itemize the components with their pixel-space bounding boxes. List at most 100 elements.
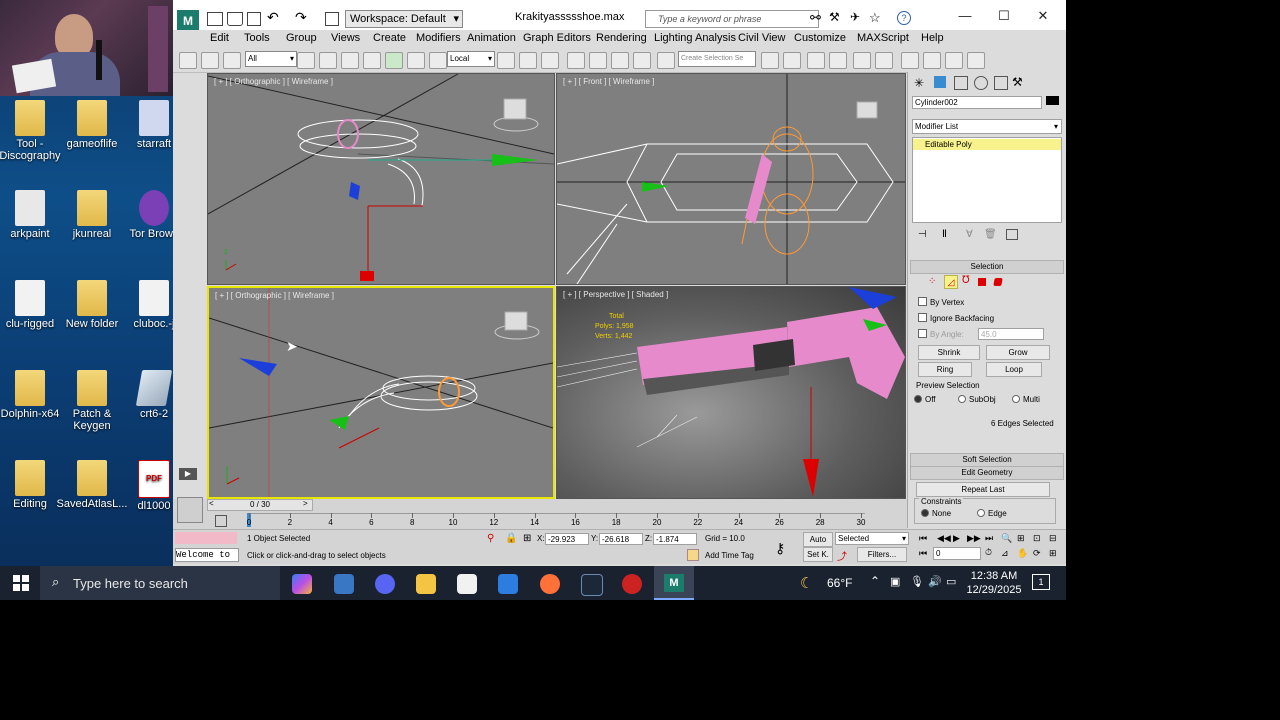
obs-icon[interactable] bbox=[622, 574, 642, 594]
desktop-icon-dl1000[interactable]: PDF dl1000 bbox=[116, 460, 173, 512]
viewport-layout-tab-expand-icon[interactable]: ▶ bbox=[179, 468, 197, 480]
weather-temperature[interactable]: 66°F bbox=[827, 576, 852, 590]
rectangular-selection-icon[interactable] bbox=[341, 52, 359, 69]
set-key-icon[interactable]: ⚷ bbox=[775, 540, 785, 557]
menu-maxscript[interactable]: MAXScript bbox=[857, 32, 909, 44]
selection-rollout-header[interactable]: Selection bbox=[910, 260, 1064, 274]
reference-coordinate-dropdown[interactable]: Local ▾ bbox=[447, 51, 495, 67]
constraint-none-radio[interactable]: None bbox=[921, 509, 951, 518]
spinner-snap-icon[interactable] bbox=[633, 52, 651, 69]
next-frame-icon[interactable]: > bbox=[303, 499, 308, 508]
desktop-icon-tor-browser[interactable]: Tor Brows bbox=[116, 190, 173, 240]
menu-modifiers[interactable]: Modifiers bbox=[416, 32, 461, 44]
border-mode-icon[interactable]: ℧ bbox=[962, 275, 970, 286]
viewport-layout-icon[interactable] bbox=[177, 497, 203, 523]
element-mode-icon[interactable] bbox=[993, 278, 1003, 286]
mini-curve-editor-icon[interactable] bbox=[215, 515, 227, 527]
windows-start-icon[interactable] bbox=[13, 575, 29, 591]
modify-tab-icon[interactable] bbox=[934, 76, 946, 88]
curve-editor-icon[interactable] bbox=[853, 52, 871, 69]
menu-lighting-analysis[interactable]: Lighting Analysis bbox=[654, 32, 736, 44]
keyboard-shortcut-icon[interactable] bbox=[541, 52, 559, 69]
menu-tools[interactable]: Tools bbox=[244, 32, 270, 44]
repeat-last-button[interactable]: Repeat Last bbox=[916, 482, 1050, 497]
workspace-dropdown[interactable]: Workspace: Default ▾ bbox=[345, 10, 463, 28]
steam-icon[interactable] bbox=[581, 574, 603, 596]
menu-help[interactable]: Help bbox=[921, 32, 944, 44]
shrink-button[interactable]: Shrink bbox=[918, 345, 980, 360]
maxscript-mini-listener[interactable] bbox=[175, 532, 237, 544]
selection-lock-icon[interactable]: 🔒 bbox=[505, 533, 517, 544]
edge-mode-icon[interactable]: ◿ bbox=[944, 275, 958, 289]
outlook-icon[interactable] bbox=[498, 574, 518, 594]
copilot-icon[interactable] bbox=[292, 574, 312, 594]
desktop-icon-starraft[interactable]: starraft bbox=[116, 100, 173, 150]
notification-icon[interactable]: 1 bbox=[1032, 574, 1050, 590]
time-configuration-icon[interactable]: ⏱ bbox=[985, 547, 992, 558]
object-color-swatch[interactable] bbox=[1046, 96, 1059, 105]
max-logo-icon[interactable]: M bbox=[177, 10, 199, 32]
grow-button[interactable]: Grow bbox=[986, 345, 1050, 360]
show-end-result-icon[interactable]: Ⅱ bbox=[942, 229, 947, 240]
file-explorer-icon[interactable] bbox=[416, 574, 436, 594]
constraint-edge-radio[interactable]: Edge bbox=[977, 509, 1007, 518]
menu-rendering[interactable]: Rendering bbox=[596, 32, 647, 44]
preview-subobj-radio[interactable]: SubObj bbox=[958, 395, 996, 404]
pan-icon[interactable]: ✋ bbox=[1017, 548, 1028, 559]
scene-explorer-icon[interactable] bbox=[829, 52, 847, 69]
play-icon[interactable]: ▶ bbox=[953, 533, 960, 544]
zoom-extents-icon[interactable]: ⊡ bbox=[1033, 533, 1041, 544]
render-setup-icon[interactable] bbox=[923, 52, 941, 69]
3dsmax-taskbar-button[interactable]: M bbox=[654, 566, 694, 600]
viewport-front[interactable]: [ + ] [ Front ] [ Wireframe ] bbox=[556, 73, 906, 285]
binoculars-icon[interactable]: ⚯ bbox=[810, 10, 821, 26]
orbit-icon[interactable]: ⟳ bbox=[1033, 548, 1041, 559]
unlink-icon[interactable] bbox=[201, 52, 219, 69]
make-unique-icon[interactable]: ∀ bbox=[966, 229, 973, 240]
save-icon[interactable] bbox=[247, 12, 261, 26]
auto-key-button[interactable]: Auto bbox=[803, 532, 833, 547]
by-angle-checkbox[interactable]: By Angle: bbox=[918, 329, 964, 339]
menu-create[interactable]: Create bbox=[373, 32, 406, 44]
close-button[interactable]: ✕ bbox=[1033, 6, 1053, 26]
key-filter-dropdown[interactable]: Selected ▾ bbox=[835, 532, 909, 545]
display-tab-icon[interactable] bbox=[994, 76, 1008, 90]
viewport-top-left[interactable]: z [ + ] [ Orthographic ] [ Wireframe ] bbox=[207, 73, 555, 285]
x-coordinate-field[interactable]: -29.923 bbox=[545, 533, 589, 545]
snaps-toggle-icon[interactable] bbox=[567, 52, 585, 69]
default-in-out-tangents-icon[interactable]: ⤴ bbox=[837, 548, 847, 563]
menu-customize[interactable]: Customize bbox=[794, 32, 846, 44]
volume-icon[interactable]: 🔊 bbox=[928, 575, 942, 588]
key-filters-button[interactable]: Filters... bbox=[857, 547, 907, 562]
menu-graph-editors[interactable]: Graph Editors bbox=[523, 32, 591, 44]
ring-button[interactable]: Ring bbox=[918, 362, 972, 377]
render-production-icon[interactable] bbox=[967, 52, 985, 69]
material-editor-icon[interactable] bbox=[901, 52, 919, 69]
viewport-label[interactable]: [ + ] [ Front ] [ Wireframe ] bbox=[563, 77, 654, 86]
firefox-icon[interactable] bbox=[540, 574, 560, 594]
project-folder-icon[interactable] bbox=[325, 12, 339, 26]
star-icon[interactable]: ☆ bbox=[869, 10, 881, 26]
y-coordinate-field[interactable]: -26.618 bbox=[599, 533, 643, 545]
angle-snap-icon[interactable] bbox=[589, 52, 607, 69]
pivot-center-icon[interactable] bbox=[497, 52, 515, 69]
redo-icon[interactable]: ↷ bbox=[295, 9, 307, 26]
object-name-field[interactable]: Cylinder002 bbox=[912, 96, 1042, 109]
create-tab-icon[interactable]: ✳ bbox=[914, 76, 924, 90]
select-by-name-icon[interactable] bbox=[319, 52, 337, 69]
menu-edit[interactable]: Edit bbox=[210, 32, 229, 44]
go-to-start-icon[interactable]: ⏮ bbox=[919, 533, 927, 544]
preview-off-radio[interactable]: Off bbox=[914, 395, 936, 404]
time-tag-icon[interactable] bbox=[687, 549, 699, 561]
current-frame-field[interactable]: 0 bbox=[933, 547, 981, 560]
polygon-mode-icon[interactable] bbox=[978, 278, 986, 286]
add-time-tag[interactable]: Add Time Tag bbox=[705, 551, 754, 560]
link-icon[interactable] bbox=[179, 52, 197, 69]
soft-selection-rollout-header[interactable]: Soft Selection bbox=[910, 453, 1064, 467]
open-file-icon[interactable] bbox=[227, 12, 243, 26]
mirror-icon[interactable] bbox=[761, 52, 779, 69]
bind-space-warp-icon[interactable] bbox=[223, 52, 241, 69]
maximize-viewport-icon[interactable]: ⊞ bbox=[1049, 548, 1057, 559]
app-pinned-icon[interactable] bbox=[334, 574, 354, 594]
select-and-move-icon[interactable] bbox=[385, 52, 403, 69]
